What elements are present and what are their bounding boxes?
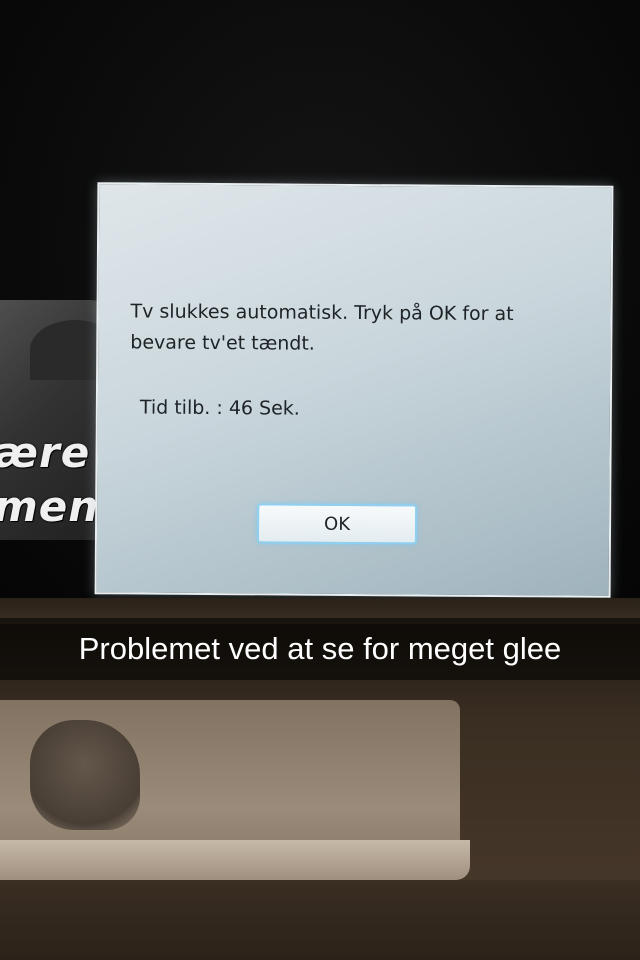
caption-text: Problemet ved at se for meget glee [78, 631, 562, 666]
tv-stand-front [0, 840, 470, 880]
dialog-message: Tv slukkes automatisk. Tryk på OK for at… [130, 300, 514, 355]
floor [0, 880, 640, 960]
ok-button[interactable]: OK [256, 503, 418, 545]
tv-screen: ære meni Tv slukkes automatisk. Tryk på … [0, 0, 640, 600]
dialog-timer: Tid tilb. : 46 Sek. [139, 396, 300, 420]
tv-subtitle-line-1: ære [0, 428, 91, 477]
stand-object [30, 720, 140, 830]
photo-scene: ære meni Tv slukkes automatisk. Tryk på … [0, 0, 640, 960]
caption-bar: Problemet ved at se for meget glee [0, 618, 640, 680]
auto-off-dialog: Tv slukkes automatisk. Tryk på OK for at… [94, 182, 614, 598]
